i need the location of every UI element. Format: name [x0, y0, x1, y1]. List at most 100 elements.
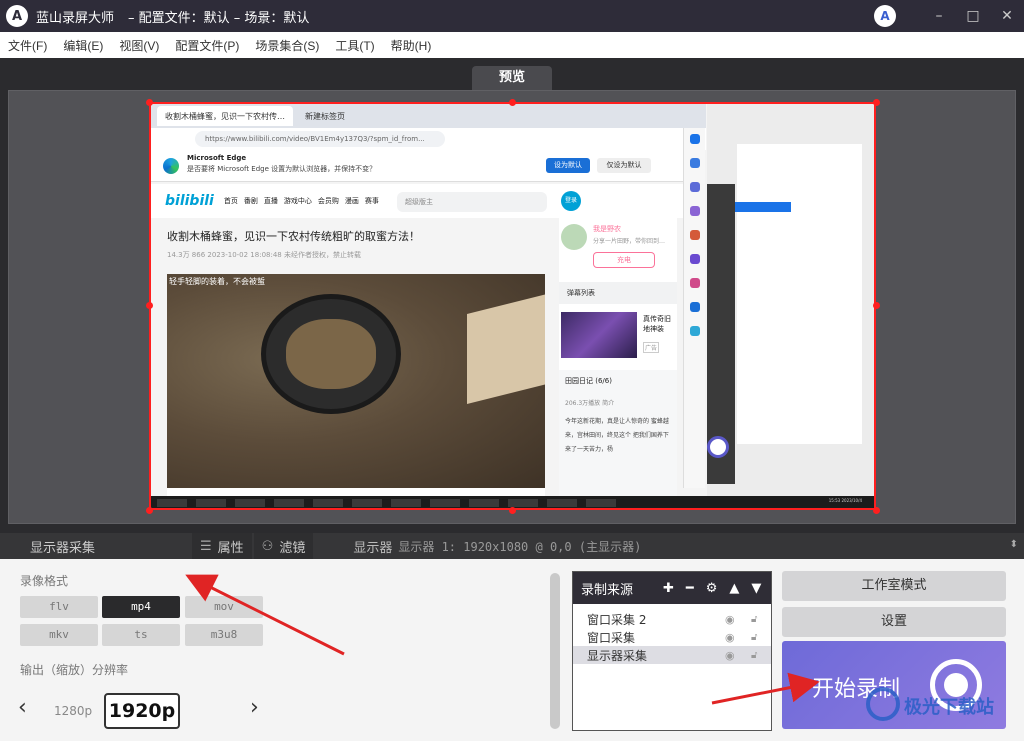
resize-handle-top-left[interactable]	[146, 99, 153, 106]
background-window-content	[737, 144, 862, 444]
eye-icon[interactable]: ◉	[725, 631, 735, 644]
site-login: 登录	[561, 191, 581, 211]
taskbar-item	[586, 499, 616, 507]
watermark-logo-icon	[866, 687, 900, 721]
source-item[interactable]: 窗口采集 ◉ 🔓︎	[573, 628, 771, 646]
ad-thumbnail	[561, 312, 637, 358]
resolution-next-icon[interactable]: ›	[250, 695, 259, 720]
taskbar-item	[352, 499, 382, 507]
minimize-button[interactable]: –	[922, 0, 956, 32]
menu-bar: 文件(F) 编辑(E) 视图(V) 配置文件(P) 场景集合(S) 工具(T) …	[0, 32, 1024, 58]
ad-card: 真传奇旧地神装 广告	[559, 310, 677, 362]
video-honeycomb	[286, 319, 376, 389]
site-search: 超级版主	[397, 192, 547, 212]
playlist-title: 田园日记 (6/6)	[565, 377, 612, 385]
resize-handle-top-right[interactable]	[873, 99, 880, 106]
menu-tools[interactable]: 工具(T)	[335, 37, 374, 54]
format-mp4-button[interactable]: mp4	[102, 596, 180, 618]
settings-button[interactable]: 设置	[782, 607, 1006, 637]
title-controls: A – □ ✕	[874, 0, 1024, 32]
ad-title: 真传奇旧地神装	[643, 315, 671, 333]
menu-view[interactable]: 视图(V)	[119, 37, 159, 54]
edge-logo-icon	[163, 158, 179, 174]
filters-label: 滤镜	[279, 540, 306, 556]
expand-icon[interactable]: ⬍	[1010, 539, 1018, 550]
sidebar-bell-icon	[690, 158, 700, 168]
taskbar-clock: 15:53 2023/10/4	[828, 498, 862, 503]
notice-primary-button: 设为默认	[546, 158, 590, 173]
panel-scrollbar[interactable]	[550, 573, 560, 729]
brand-icon[interactable]: A	[874, 5, 896, 27]
sources-title: 录制来源	[581, 582, 634, 598]
menu-file[interactable]: 文件(F)	[8, 37, 47, 54]
sidebar-outlook-icon	[690, 302, 700, 312]
video-caption: 轻手轻脚的装着，不会被蜇	[169, 277, 265, 286]
close-button[interactable]: ✕	[990, 0, 1024, 32]
add-source-icon[interactable]: ✚	[663, 581, 674, 596]
resolution-prev-value[interactable]: 1280p	[54, 704, 92, 718]
background-window-record-icon	[707, 436, 729, 458]
filter-icon: ⚇	[261, 538, 274, 554]
site-nav-link: 会员购	[317, 197, 339, 205]
resize-handle-right[interactable]	[873, 302, 880, 309]
taskbar-item	[469, 499, 499, 507]
site-nav-link: 游戏中心	[283, 197, 312, 205]
gear-icon[interactable]: ⚙	[706, 581, 718, 596]
properties-button[interactable]: ☰ 属性	[192, 533, 252, 559]
filters-button[interactable]: ⚇ 滤镜	[253, 533, 314, 559]
site-watermark: 极光下载站	[858, 683, 1018, 723]
resolution-prev-icon[interactable]: ‹	[18, 695, 27, 720]
eye-icon[interactable]: ◉	[725, 649, 735, 662]
eye-icon[interactable]: ◉	[725, 613, 735, 626]
menu-profile[interactable]: 配置文件(P)	[175, 37, 239, 54]
resize-handle-bottom[interactable]	[509, 507, 516, 514]
resize-handle-left[interactable]	[146, 302, 153, 309]
format-flv-button[interactable]: flv	[20, 596, 98, 618]
source-item-selected[interactable]: 显示器采集 ◉ 🔓︎	[573, 646, 771, 664]
menu-scene-collection[interactable]: 场景集合(S)	[255, 37, 319, 54]
ad-label: 广告	[643, 342, 660, 353]
menu-edit[interactable]: 编辑(E)	[63, 37, 103, 54]
site-nav-link: 首页	[223, 197, 238, 205]
studio-mode-button[interactable]: 工作室模式	[782, 571, 1006, 601]
preview-tab[interactable]: 预览	[472, 66, 552, 90]
source-item-label: 窗口采集 2	[587, 612, 647, 627]
background-window-highlight	[735, 202, 791, 212]
source-item-label: 显示器采集	[587, 648, 648, 663]
default-browser-notice: Microsoft Edge 是否要将 Microsoft Edge 设置为默认…	[151, 150, 691, 182]
resize-handle-bottom-left[interactable]	[146, 507, 153, 514]
source-item[interactable]: 窗口采集 2 ◉ 🔓︎	[573, 610, 771, 628]
sidebar-send-icon	[690, 326, 700, 336]
move-down-icon[interactable]: ▼	[751, 581, 761, 596]
sources-panel: 录制来源 ✚ ━ ⚙ ▲ ▼ 窗口采集 2 ◉ 🔓︎ 窗口采集 ◉ 🔓︎ 显示器…	[572, 571, 772, 731]
lock-icon[interactable]: 🔓︎	[751, 614, 757, 625]
taskbar-item	[391, 499, 421, 507]
format-mkv-button[interactable]: mkv	[20, 624, 98, 646]
format-mov-button[interactable]: mov	[185, 596, 263, 618]
site-nav-link: 番剧	[243, 197, 258, 205]
lock-icon[interactable]: 🔓︎	[751, 632, 757, 643]
up-subtitle: 分享一片田野，带你回到…	[593, 238, 666, 245]
format-ts-button[interactable]: ts	[102, 624, 180, 646]
maximize-button[interactable]: □	[956, 0, 990, 32]
browser-sidebar	[683, 128, 705, 488]
title-bar: A 蓝山录屏大师 – 配置文件：默认 – 场景：默认 A – □ ✕	[0, 0, 1024, 32]
menu-help[interactable]: 帮助(H)	[391, 37, 432, 54]
remove-source-icon[interactable]: ━	[686, 581, 694, 596]
watermark-text: 极光下载站	[904, 697, 994, 718]
site-nav-link: 赛事	[364, 197, 379, 205]
display-select[interactable]: 显示器 1: 1920x1080 @ 0,0 (主显示器)	[398, 538, 641, 555]
resize-handle-bottom-right[interactable]	[873, 507, 880, 514]
sidebar-copilot-icon	[690, 134, 700, 144]
browser-address-bar: https://www.bilibili.com/video/BV1Em4y13…	[151, 128, 706, 150]
playlist-sub: 206.3万播放 简介	[565, 400, 615, 407]
lock-icon[interactable]: 🔓︎	[751, 650, 757, 661]
captured-screen[interactable]: 收割木桶蜂蜜，见识一下农村传… 新建标签页 https://www.bilibi…	[149, 102, 876, 510]
resize-handle-top[interactable]	[509, 99, 516, 106]
move-up-icon[interactable]: ▲	[729, 581, 739, 596]
format-m3u8-button[interactable]: m3u8	[185, 624, 263, 646]
display-label: 显示器	[353, 540, 393, 556]
format-label: 录像格式	[20, 574, 69, 588]
resolution-current-value[interactable]: 1920p	[104, 693, 180, 729]
video-frame: 轻手轻脚的装着，不会被蜇	[167, 274, 545, 488]
